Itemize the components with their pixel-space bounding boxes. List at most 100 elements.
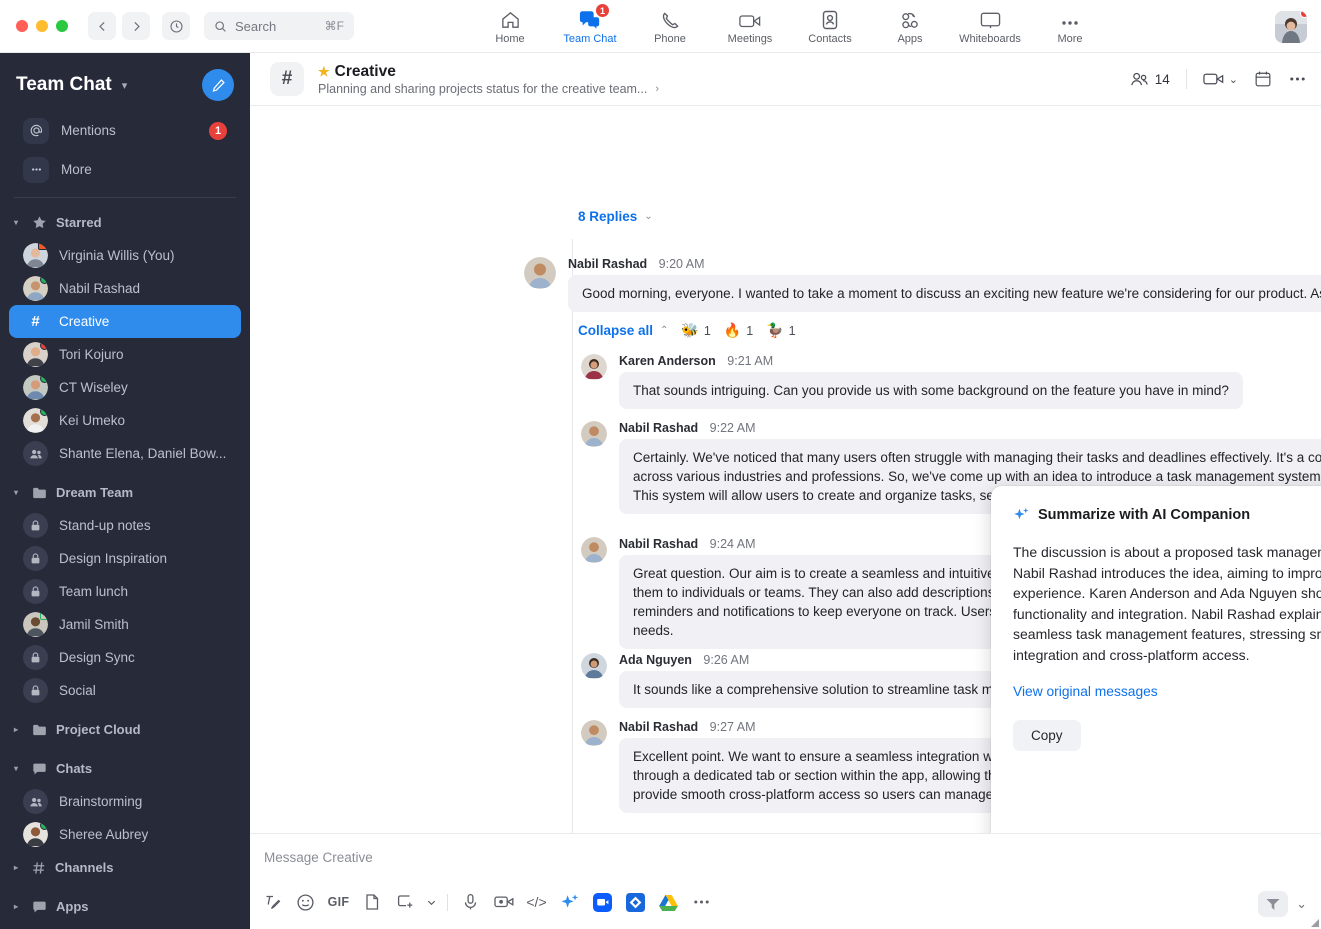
divider (447, 894, 448, 911)
fire-reaction[interactable]: 🔥 1 (724, 322, 753, 339)
sidebar-item-label: CT Wiseley (59, 380, 128, 395)
google-drive-icon[interactable] (652, 887, 685, 917)
file-icon[interactable] (355, 887, 388, 917)
compose-button[interactable] (202, 69, 234, 101)
chevron-down-icon: ⌄ (644, 211, 652, 222)
bee-reaction[interactable]: 🐝 1 (681, 322, 710, 339)
sidebar-item-sheree-aubrey[interactable]: Sheree Aubrey (9, 818, 241, 851)
gif-icon[interactable]: GIF (322, 887, 355, 917)
page-title: ★ Creative (318, 63, 659, 81)
sidebar-section-dream-team[interactable]: ▾ Dream Team (0, 476, 250, 509)
message-input[interactable]: Message Creative (250, 850, 1307, 865)
at-icon (23, 118, 49, 144)
send-options-chevron-down-icon[interactable]: ⌄ (1296, 896, 1307, 912)
sidebar-item-ct-wiseley[interactable]: CT Wiseley (9, 371, 241, 404)
tab-phone[interactable]: Phone (630, 0, 710, 53)
sidebar-item-creative[interactable]: # Creative (9, 305, 241, 338)
sidebar-item-mentions[interactable]: Mentions 1 (9, 111, 241, 150)
collapse-all-button[interactable]: Collapse all ⌃ (578, 323, 668, 338)
message-bubble[interactable]: Good morning, everyone. I wanted to take… (568, 275, 1321, 312)
sidebar-item-team-lunch[interactable]: Team lunch (9, 575, 241, 608)
avatar (23, 612, 48, 637)
forward-button[interactable] (122, 12, 150, 40)
chat-bubble-icon (32, 900, 47, 914)
sidebar-item-social[interactable]: Social (9, 674, 241, 707)
sidebar-item-kei-umeko[interactable]: Kei Umeko (9, 404, 241, 437)
user-avatar[interactable] (1275, 11, 1307, 43)
group-icon (23, 441, 48, 466)
sidebar-item-tori-kojuro[interactable]: Tori Kojuro (9, 338, 241, 371)
search-bar[interactable]: Search ⌘F (204, 12, 354, 40)
message-list[interactable]: 8 Replies ⌄ Nabil Rashad 9:20 AM (250, 106, 1321, 833)
format-icon[interactable] (256, 887, 289, 917)
ai-companion-icon[interactable] (553, 887, 586, 917)
back-button[interactable] (88, 12, 116, 40)
message-author: Nabil Rashad (568, 257, 647, 271)
minimize-window-button[interactable] (36, 20, 48, 32)
channel-description[interactable]: Planning and sharing projects status for… (318, 82, 659, 96)
folder-icon (32, 486, 47, 500)
duck-reaction[interactable]: 🦆 1 (766, 322, 795, 339)
tab-whiteboards[interactable]: Whiteboards (950, 0, 1030, 53)
message-bubble[interactable]: That sounds intriguing. Can you provide … (619, 372, 1243, 409)
message-author: Ada Nguyen (619, 653, 692, 667)
sidebar-item-design-sync[interactable]: Design Sync (9, 641, 241, 674)
tab-team-chat-label: Team Chat (563, 33, 616, 45)
sidebar-section-chats[interactable]: ▾ Chats (0, 752, 250, 785)
sidebar-section-starred[interactable]: ▾ Starred (0, 206, 250, 239)
message-author: Nabil Rashad (619, 537, 698, 551)
jira-icon[interactable] (619, 887, 652, 917)
ai-companion-popup[interactable]: Summarize with AI Companion The discussi… (991, 486, 1321, 833)
maximize-window-button[interactable] (56, 20, 68, 32)
copy-button[interactable]: Copy (1013, 720, 1081, 751)
sidebar-item-jamil-smith[interactable]: Jamil Smith (9, 608, 241, 641)
zoom-app-icon[interactable] (586, 887, 619, 917)
screenshot-icon[interactable] (388, 887, 421, 917)
sidebar-section-project-cloud-label: Project Cloud (56, 722, 141, 737)
chevron-down-icon[interactable] (421, 887, 441, 917)
window-controls[interactable] (0, 20, 68, 32)
sidebar-item-more[interactable]: More (9, 150, 241, 189)
tab-team-chat[interactable]: 1 Team Chat (550, 0, 630, 53)
sidebar-item-brainstorming[interactable]: Brainstorming (9, 785, 241, 818)
video-message-icon[interactable] (487, 887, 520, 917)
emoji-icon[interactable] (289, 887, 322, 917)
lock-icon (23, 579, 48, 604)
tab-home[interactable]: Home (470, 0, 550, 53)
whiteboards-icon (980, 8, 1001, 30)
message-composer[interactable]: Message Creative GIF (250, 833, 1321, 929)
channel-more-button[interactable] (1288, 70, 1307, 88)
tab-contacts[interactable]: Contacts (790, 0, 870, 53)
send-icon[interactable] (1258, 891, 1288, 917)
sidebar-item-virginia-willis[interactable]: Virginia Willis (You) (9, 239, 241, 272)
tab-more[interactable]: More (1030, 0, 1110, 53)
calendar-button[interactable] (1254, 70, 1272, 88)
ai-popup-title: Summarize with AI Companion (1038, 507, 1250, 523)
more-icon[interactable] (685, 887, 718, 917)
sidebar-item-label: Design Inspiration (59, 551, 167, 566)
close-window-button[interactable] (16, 20, 28, 32)
chevron-down-icon[interactable]: ▾ (122, 79, 128, 92)
view-original-messages-link[interactable]: View original messages (1013, 684, 1321, 699)
tab-meetings[interactable]: Meetings (710, 0, 790, 53)
sidebar-item-stand-up-notes[interactable]: Stand-up notes (9, 509, 241, 542)
thread-replies-toggle[interactable]: 8 Replies ⌄ (578, 209, 653, 224)
sidebar-section-apps[interactable]: ▸ Apps (0, 890, 250, 923)
window-resize-handle[interactable] (1311, 919, 1319, 927)
online-status-icon (40, 276, 48, 284)
sidebar-item-group-chat[interactable]: Shante Elena, Daniel Bow... (9, 437, 241, 470)
tab-apps[interactable]: Apps (870, 0, 950, 53)
audio-icon[interactable] (454, 887, 487, 917)
sidebar-item-design-inspiration[interactable]: Design Inspiration (9, 542, 241, 575)
history-icon[interactable] (162, 12, 190, 40)
chevron-right-icon: ▸ (14, 863, 23, 872)
sidebar-item-label: Jamil Smith (59, 617, 129, 632)
sidebar-section-channels[interactable]: ▸ Channels (0, 851, 250, 884)
code-snippet-icon[interactable]: </> (520, 887, 553, 917)
avatar (524, 257, 556, 289)
sidebar-divider (14, 197, 236, 198)
start-meeting-button[interactable]: ⌄ (1203, 71, 1238, 87)
sidebar-section-project-cloud[interactable]: ▸ Project Cloud (0, 713, 250, 746)
sidebar-item-nabil-rashad[interactable]: Nabil Rashad (9, 272, 241, 305)
members-button[interactable]: 14 (1130, 71, 1170, 88)
